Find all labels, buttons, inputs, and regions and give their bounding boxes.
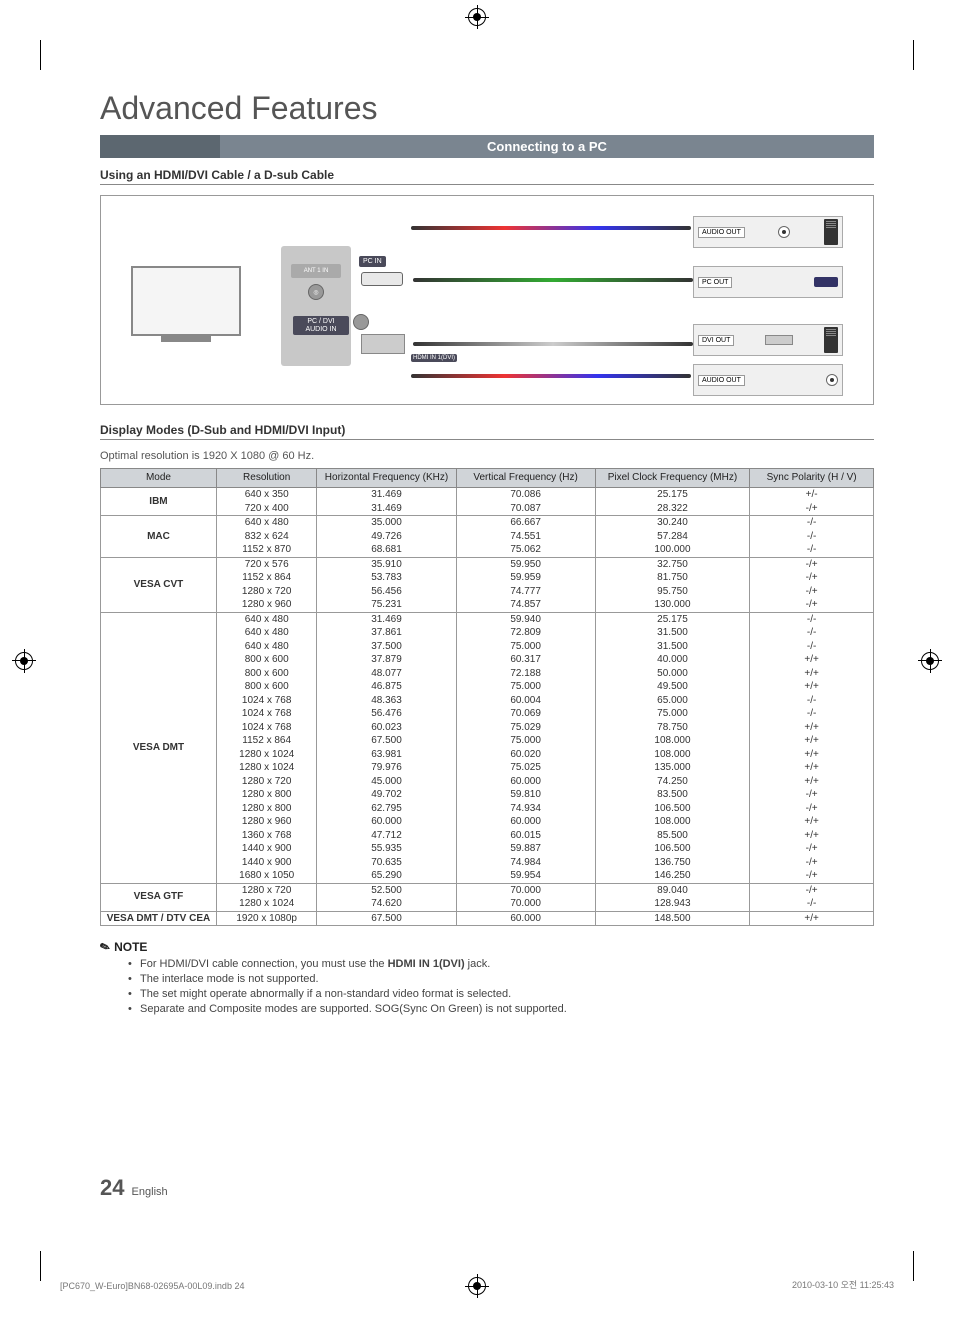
page-number: 24	[100, 1175, 124, 1200]
table-cell: 25.17528.322	[595, 488, 750, 516]
notes-list: For HDMI/DVI cable connection, you must …	[128, 958, 874, 1015]
section-header: Connecting to a PC	[100, 135, 874, 158]
audio-jack-icon	[826, 374, 838, 386]
table-cell: 640 x 480832 x 6241152 x 870	[216, 516, 316, 558]
vga-cable	[413, 278, 693, 282]
table-cell: -/+-/-	[750, 883, 874, 911]
table-cell: 1280 x 7201280 x 1024	[216, 883, 316, 911]
tv-stand	[161, 336, 211, 342]
crop-mark	[913, 40, 914, 70]
registration-mark-right	[921, 652, 939, 670]
table-cell: 52.50074.620	[317, 883, 456, 911]
note-item: Separate and Composite modes are support…	[128, 1003, 874, 1015]
table-cell: 31.46937.86137.50037.87948.07746.87548.3…	[317, 612, 456, 883]
registration-mark-top	[468, 8, 486, 26]
registration-mark-left	[15, 652, 33, 670]
table-cell: 25.17531.50031.50040.00050.00049.50065.0…	[595, 612, 750, 883]
subheading-display-modes: Display Modes (D-Sub and HDMI/DVI Input)	[100, 423, 874, 440]
table-cell: 67.500	[317, 911, 456, 926]
print-timestamp: 2010-03-10 오전 11:25:43	[792, 1278, 894, 1291]
subheading-cable: Using an HDMI/DVI Cable / a D-sub Cable	[100, 168, 874, 185]
col-vfreq: Vertical Frequency (Hz)	[456, 469, 595, 488]
col-mode: Mode	[101, 469, 217, 488]
mode-cell: VESA DMT	[101, 612, 217, 883]
mode-cell: VESA DMT / DTV CEA	[101, 911, 217, 926]
table-cell: -/+-/+-/+-/+	[750, 557, 874, 612]
pc-tower-icon	[824, 327, 838, 353]
col-sync: Sync Polarity (H / V)	[750, 469, 874, 488]
table-cell: 30.24057.284100.000	[595, 516, 750, 558]
audio-cable-bottom	[411, 374, 691, 378]
hdmi-in-label: HDMI IN 1(DVI)	[411, 354, 457, 362]
note-heading: ✎NOTE	[100, 940, 874, 954]
hdmi-port-icon	[361, 334, 405, 354]
pc-out-label: PC OUT	[698, 277, 732, 288]
table-cell: 59.95059.95974.77774.857	[456, 557, 595, 612]
mode-cell: IBM	[101, 488, 217, 516]
table-cell: -/--/--/-+/++/++/+-/--/-+/++/++/++/++/+-…	[750, 612, 874, 883]
note-icon: ✎	[98, 939, 112, 956]
audio-out-label-2: AUDIO OUT	[698, 375, 745, 386]
table-cell: +/--/+	[750, 488, 874, 516]
audio-out-label: AUDIO OUT	[698, 227, 745, 238]
table-cell: 148.500	[595, 911, 750, 926]
dvi-out-box: DVI OUT	[693, 324, 843, 356]
vga-out-icon	[814, 277, 838, 287]
pc-in-label: PC IN	[359, 256, 386, 267]
dvi-hdmi-cable	[413, 342, 693, 346]
note-item: The set might operate abnormally if a no…	[128, 988, 874, 1000]
table-cell: 35.00049.72668.681	[317, 516, 456, 558]
page-footer: 24 English	[100, 1175, 168, 1201]
table-cell: 70.08670.087	[456, 488, 595, 516]
table-cell: 35.91053.78356.45675.231	[317, 557, 456, 612]
table-cell: -/--/--/-	[750, 516, 874, 558]
optimal-resolution-text: Optimal resolution is 1920 X 1080 @ 60 H…	[100, 450, 874, 462]
dvi-out-icon	[765, 335, 793, 345]
registration-mark-bottom	[468, 1277, 486, 1295]
table-cell: 31.46931.469	[317, 488, 456, 516]
display-modes-table: Mode Resolution Horizontal Frequency (KH…	[100, 468, 874, 926]
pc-out-box: PC OUT	[693, 266, 843, 298]
col-resolution: Resolution	[216, 469, 316, 488]
col-hfreq: Horizontal Frequency (KHz)	[317, 469, 456, 488]
audio-jack-icon	[778, 226, 790, 238]
audio-in-port-icon	[353, 314, 369, 330]
note-item: For HDMI/DVI cable connection, you must …	[128, 958, 874, 970]
crop-mark	[40, 40, 41, 70]
table-cell: 32.75081.75095.750130.000	[595, 557, 750, 612]
col-pclk: Pixel Clock Frequency (MHz)	[595, 469, 750, 488]
page-language: English	[132, 1186, 168, 1198]
table-cell: 60.000	[456, 911, 595, 926]
pc-tower-icon	[824, 219, 838, 245]
table-cell: 89.040128.943	[595, 883, 750, 911]
tv-icon	[131, 266, 241, 336]
note-item: The interlace mode is not supported.	[128, 973, 874, 985]
table-cell: 70.00070.000	[456, 883, 595, 911]
dvi-out-label: DVI OUT	[698, 335, 734, 346]
table-cell: 720 x 5761152 x 8641280 x 7201280 x 960	[216, 557, 316, 612]
audio-out-box-2: AUDIO OUT	[693, 364, 843, 396]
pc-dvi-audio-label: PC / DVI AUDIO IN	[293, 316, 349, 335]
table-cell: 640 x 480640 x 480640 x 480800 x 600800 …	[216, 612, 316, 883]
crop-mark	[40, 1251, 41, 1281]
tv-back-panel: ANT 1 IN ◎	[281, 246, 351, 366]
table-cell: +/+	[750, 911, 874, 926]
ant-label: ANT 1 IN	[291, 264, 341, 278]
antenna-port-icon: ◎	[308, 284, 324, 300]
note-label: NOTE	[114, 940, 147, 954]
file-path-footer: [PC670_W-Euro]BN68-02695A-00L09.indb 24	[60, 1281, 244, 1291]
page-title: Advanced Features	[100, 90, 874, 127]
mode-cell: VESA GTF	[101, 883, 217, 911]
table-cell: 1920 x 1080p	[216, 911, 316, 926]
mode-cell: MAC	[101, 516, 217, 558]
audio-out-box-1: AUDIO OUT	[693, 216, 843, 248]
audio-cable-top	[411, 226, 691, 230]
table-cell: 640 x 350720 x 400	[216, 488, 316, 516]
table-cell: 59.94072.80975.00060.31772.18875.00060.0…	[456, 612, 595, 883]
mode-cell: VESA CVT	[101, 557, 217, 612]
crop-mark	[913, 1251, 914, 1281]
vga-port-icon	[361, 272, 403, 286]
table-cell: 66.66774.55175.062	[456, 516, 595, 558]
connection-diagram: ANT 1 IN ◎ PC IN PC / DVI AUDIO IN HDMI …	[100, 195, 874, 405]
